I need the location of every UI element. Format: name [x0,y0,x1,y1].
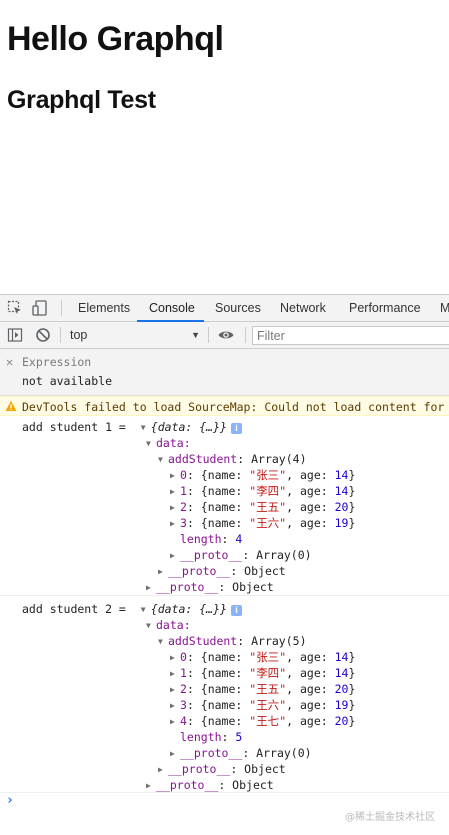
sourcemap-warning: DevTools failed to load SourceMap: Could… [0,396,449,416]
expand-triangle-icon[interactable]: ▶ [158,564,168,580]
tree-node-addstudent[interactable]: ▼ addStudent: Array(5) [158,633,307,649]
expand-triangle-icon[interactable]: ▶ [146,778,156,794]
expand-triangle-icon[interactable]: ▶ [158,762,168,778]
expand-triangle-icon[interactable]: ▶ [170,666,180,682]
console-message: add student 2 = ▼ {data: {…}} i ▼ data: ▼ ad… [0,597,449,793]
expand-triangle-icon[interactable]: ▶ [146,580,156,596]
tab-network[interactable]: Network [280,295,326,322]
array-item[interactable]: ▶ 0: {name: "张三", age: 14} [170,649,355,665]
log-prefix: add student 2 = [22,602,133,616]
collapse-triangle-icon[interactable]: ▼ [146,618,156,634]
expand-triangle-icon[interactable]: ▶ [170,650,180,666]
toolbar-divider [60,327,61,343]
page-heading: Hello Graphql [7,20,224,58]
watermark: @稀土掘金技术社区 [345,812,435,823]
array-item[interactable]: ▶ 3: {name: "王六", age: 19} [170,697,355,713]
tab-elements[interactable]: Elements [78,295,130,322]
array-item[interactable]: ▶ 4: {name: "王七", age: 20} [170,713,355,729]
collapse-triangle-icon[interactable]: ▼ [158,452,168,468]
warning-text: DevTools failed to load SourceMap: Could… [22,400,449,414]
collapse-triangle-icon[interactable]: ▼ [158,634,168,650]
context-selector-value: top [70,328,88,342]
expand-triangle-icon[interactable]: ▶ [170,548,180,564]
inspect-element-icon[interactable] [6,299,24,317]
tab-more[interactable]: M [440,295,449,322]
info-icon[interactable]: i [230,605,242,616]
tree-node-data[interactable]: ▼ data: [146,435,191,451]
collapse-triangle-icon[interactable]: ▼ [141,420,151,436]
console-prompt-chevron-icon[interactable]: › [6,793,14,808]
sidebar-toggle-icon[interactable] [6,326,24,344]
dropdown-caret-icon: ▼ [191,330,200,340]
log-summary: {data: {…}} [150,602,227,616]
log-line[interactable]: add student 2 = ▼ {data: {…}} i [22,601,242,617]
proto-node[interactable]: ▶ __proto__: Array(0) [170,745,312,761]
tree-node-addstudent[interactable]: ▼ addStudent: Array(4) [158,451,307,467]
toolbar-divider [245,327,246,343]
expand-triangle-icon[interactable]: ▶ [170,468,180,484]
collapse-triangle-icon[interactable]: ▼ [146,436,156,452]
expand-triangle-icon[interactable]: ▶ [170,682,180,698]
tab-console[interactable]: Console [149,295,195,322]
expand-triangle-icon[interactable]: ▶ [170,746,180,762]
expand-triangle-icon[interactable]: ▶ [170,714,180,730]
proto-node[interactable]: ▶ __proto__: Object [158,563,286,579]
device-toolbar-icon[interactable] [31,299,49,317]
array-item[interactable]: ▶ 2: {name: "王五", age: 20} [170,499,355,515]
collapse-triangle-icon[interactable]: ▼ [141,602,151,618]
array-item[interactable]: ▶ 2: {name: "王五", age: 20} [170,681,355,697]
tab-sources[interactable]: Sources [215,295,261,322]
eye-icon[interactable] [217,326,235,344]
log-prefix: add student 1 = [22,420,133,434]
info-icon[interactable]: i [230,423,242,434]
filter-input[interactable] [252,326,449,345]
live-expression: ✕ Expression not available [0,349,449,396]
expression-value: not available [22,374,113,388]
tree-node-data[interactable]: ▼ data: [146,617,191,633]
array-item[interactable]: ▶ 1: {name: "李四", age: 14} [170,483,355,499]
expand-triangle-icon[interactable]: ▶ [170,698,180,714]
expression-label[interactable]: Expression [22,355,91,369]
array-item[interactable]: ▶ 1: {name: "李四", age: 14} [170,665,355,681]
devtools-panel: Elements Console Sources Network Perform… [0,294,449,835]
array-length: length: 4 [180,532,243,546]
log-line[interactable]: add student 1 = ▼ {data: {…}} i [22,419,242,435]
array-length: length: 5 [180,730,243,744]
warning-icon [5,400,17,415]
devtools-tabbar: Elements Console Sources Network Perform… [0,294,449,322]
array-item[interactable]: ▶ 3: {name: "王六", age: 19} [170,515,355,531]
console-toolbar: top ▼ [0,322,449,349]
toolbar-divider [61,300,62,316]
proto-node[interactable]: ▶ __proto__: Object [146,777,274,793]
array-item[interactable]: ▶ 0: {name: "张三", age: 14} [170,467,355,483]
expand-triangle-icon[interactable]: ▶ [170,484,180,500]
console-message: add student 1 = ▼ {data: {…}} i ▼ data: ▼ ad… [0,416,449,596]
proto-node[interactable]: ▶ __proto__: Object [158,761,286,777]
clear-console-icon[interactable] [34,326,52,344]
proto-node[interactable]: ▶ __proto__: Array(0) [170,547,312,563]
log-summary: {data: {…}} [150,420,227,434]
expand-triangle-icon[interactable]: ▶ [170,516,180,532]
tab-performance[interactable]: Performance [349,295,421,322]
close-icon[interactable]: ✕ [6,355,13,369]
page-subheading: Graphql Test [7,86,156,114]
expand-triangle-icon[interactable]: ▶ [170,500,180,516]
context-selector[interactable]: top ▼ [70,327,200,343]
proto-node[interactable]: ▶ __proto__: Object [146,579,274,595]
toolbar-divider [208,327,209,343]
